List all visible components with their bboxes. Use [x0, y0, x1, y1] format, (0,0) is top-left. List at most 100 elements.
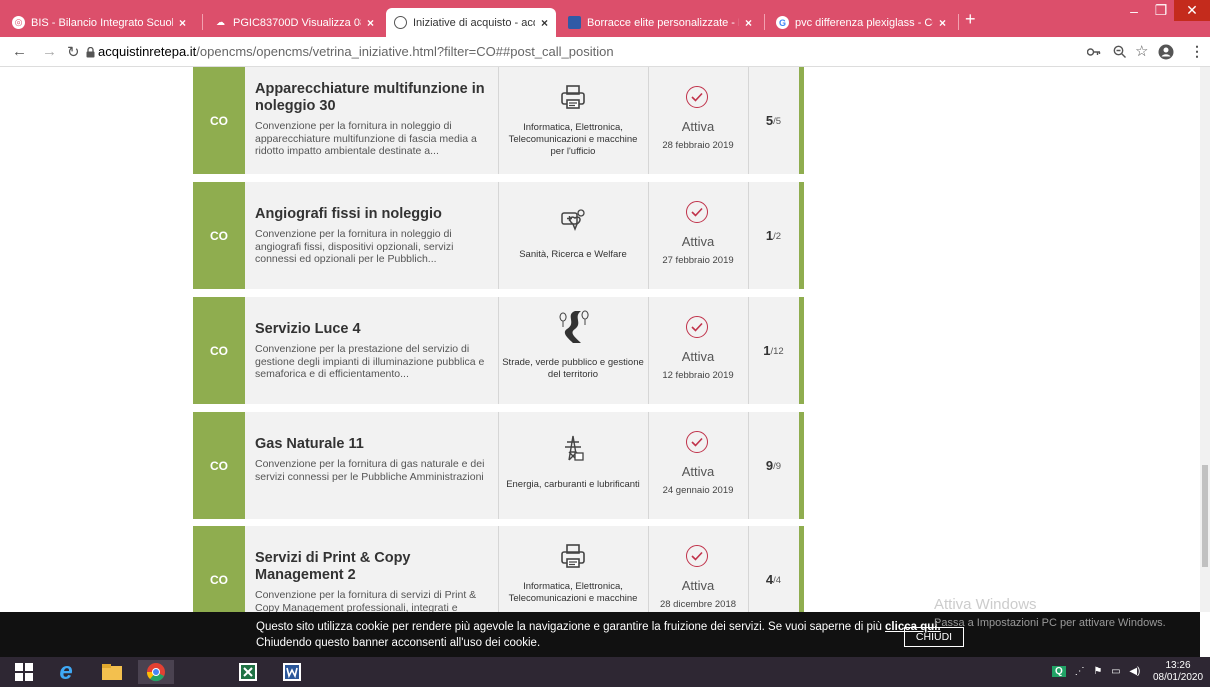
cookie-close-button[interactable]: CHIUDI [904, 627, 964, 647]
tab-close-icon[interactable]: × [179, 16, 186, 30]
windows-start-icon[interactable] [6, 660, 42, 684]
type-badge: CO [193, 182, 245, 289]
flag-icon[interactable]: ⚑ [1093, 666, 1102, 677]
internet-explorer-icon[interactable]: e [48, 658, 84, 685]
category-label: Informatica, Elettronica, Telecomunicazi… [508, 581, 638, 604]
tab-title: PGIC83700D Visualizza 08/01/20: [233, 16, 361, 29]
lot-count: 5/5 [748, 67, 799, 174]
lot-total: /4 [773, 575, 782, 586]
tab-title: pvc differenza plexiglass - Cerca [795, 16, 933, 29]
tab-close-icon[interactable]: × [541, 16, 548, 30]
initiative-title[interactable]: Apparecchiature multifunzione in noleggi… [255, 81, 490, 115]
qlik-tray-icon[interactable]: Q [1052, 666, 1066, 677]
energy-pylon-icon [565, 435, 584, 461]
windows-watermark-title: Attiva Windows [934, 596, 1037, 612]
file-explorer-icon[interactable] [94, 660, 130, 684]
browser-tab[interactable]: ◎ BIS - Bilancio Integrato Scuole | × [4, 8, 194, 37]
lot-active: 1 [763, 343, 771, 358]
initiative-card[interactable]: CO Servizi di Print & Copy Management 2 … [193, 526, 804, 612]
lot-active: 5 [765, 113, 774, 128]
browser-tab-strip: ◎ BIS - Bilancio Integrato Scuole | × ☁ … [0, 0, 1210, 37]
zoom-icon[interactable] [1113, 45, 1127, 59]
url-host: acquistinretepa.it [98, 44, 197, 59]
category-label: Sanità, Ricerca e Welfare [519, 249, 627, 260]
type-badge: CO [193, 67, 245, 174]
tab-separator [202, 14, 203, 30]
browser-tab[interactable]: Borracce elite personalizzate - Bi × [560, 8, 760, 37]
status-label: Attiva [681, 234, 715, 249]
check-circle-icon [686, 431, 708, 453]
cookie-banner: Questo sito utilizza cookie per rendere … [0, 612, 1200, 657]
taskbar-clock[interactable]: 13:26 08/01/2020 [1150, 660, 1206, 684]
menu-dots-icon[interactable]: ⋮ [1190, 43, 1204, 60]
lot-count: 1/2 [748, 182, 799, 289]
network-icon[interactable]: ⋰ [1075, 666, 1085, 677]
excel-icon[interactable] [230, 660, 266, 684]
reload-icon[interactable]: ↻ [67, 43, 80, 61]
initiative-card[interactable]: CO Gas Naturale 11 Convenzione per la fo… [193, 412, 804, 519]
browser-tab-active[interactable]: Iniziative di acquisto - acquistinre × [386, 8, 556, 37]
tab-close-icon[interactable]: × [939, 16, 946, 30]
volume-icon[interactable]: ◀) [1129, 666, 1140, 677]
back-arrow-icon[interactable]: ← [12, 43, 27, 60]
lot-total: /9 [773, 461, 782, 472]
category-label: Energia, carburanti e lubrificanti [506, 479, 640, 490]
google-icon: G [776, 16, 789, 29]
key-icon[interactable] [1087, 47, 1101, 57]
word-icon[interactable] [274, 660, 310, 684]
lock-icon [86, 47, 95, 58]
printer-icon [561, 544, 585, 568]
display-icon[interactable]: ▭ [1111, 666, 1120, 677]
lot-active: 4 [765, 572, 774, 587]
initiative-title[interactable]: Gas Naturale 11 [255, 436, 490, 453]
check-circle-icon [686, 316, 708, 338]
lot-count: 4/4 [748, 526, 799, 612]
initiative-description: Convenzione per la prestazione del servi… [255, 343, 485, 380]
status-date: 28 febbraio 2019 [662, 140, 734, 151]
initiative-description: Convenzione per la fornitura di gas natu… [255, 458, 485, 483]
tab-separator [958, 14, 959, 30]
tab-title: Iniziative di acquisto - acquistinre [413, 16, 535, 29]
chrome-icon[interactable] [138, 660, 174, 684]
address-bar: ← → ↻ acquistinretepa.it/opencms/opencms… [0, 37, 1210, 67]
browser-tab[interactable]: G pvc differenza plexiglass - Cerca × [768, 8, 954, 37]
window-close-button[interactable]: ✕ [1174, 0, 1210, 21]
initiative-card[interactable]: CO Servizio Luce 4 Convenzione per la pr… [193, 297, 804, 404]
scrollbar-thumb[interactable] [1202, 465, 1208, 567]
initiative-title[interactable]: Servizio Luce 4 [255, 321, 490, 338]
status-label: Attiva [681, 349, 715, 364]
printer-icon [561, 85, 585, 109]
bookmark-star-icon[interactable]: ☆ [1135, 42, 1148, 60]
forward-arrow-icon[interactable]: → [42, 43, 57, 60]
restore-button[interactable]: ❐ [1148, 0, 1174, 21]
minimize-button[interactable]: – [1120, 0, 1148, 21]
initiative-card[interactable]: CO Angiografi fissi in noleggio Convenzi… [193, 182, 804, 289]
bing-icon [568, 16, 581, 29]
status-label: Attiva [681, 464, 715, 479]
tab-close-icon[interactable]: × [745, 16, 752, 30]
initiative-description: Convenzione per la fornitura in noleggio… [255, 228, 454, 265]
cloud-icon: ☁ [216, 17, 225, 27]
new-tab-button[interactable]: + [965, 9, 976, 30]
tab-title: BIS - Bilancio Integrato Scuole | [31, 16, 173, 29]
initiative-card[interactable]: CO Apparecchiature multifunzione in nole… [193, 67, 804, 174]
browser-tab[interactable]: ☁ PGIC83700D Visualizza 08/01/20: × [206, 8, 382, 37]
initiative-title[interactable]: Angiografi fissi in noleggio [255, 206, 490, 223]
system-tray: Q ⋰ ⚑ ▭ ◀) [1052, 666, 1140, 677]
check-circle-icon [686, 545, 708, 567]
lot-active: 1 [765, 228, 774, 243]
account-icon[interactable] [1158, 44, 1174, 60]
lot-total: /5 [773, 116, 782, 127]
lot-count: 9/9 [748, 412, 799, 519]
status-date: 12 febbraio 2019 [662, 370, 734, 381]
initiative-title[interactable]: Servizi di Print & Copy Management 2 [255, 550, 490, 584]
lot-count: 1/12 [748, 297, 799, 404]
road-icon [559, 310, 589, 343]
tab-close-icon[interactable]: × [367, 16, 374, 30]
url-field[interactable]: acquistinretepa.it/opencms/opencms/vetri… [98, 44, 614, 59]
lot-total: /12 [770, 346, 784, 357]
globe-icon [394, 16, 407, 29]
page-scrollbar[interactable] [1200, 67, 1210, 612]
category-label: Informatica, Elettronica, Telecomunicazi… [508, 122, 638, 157]
cookie-text-line2: Chiudendo questo banner acconsenti all'u… [256, 637, 541, 649]
